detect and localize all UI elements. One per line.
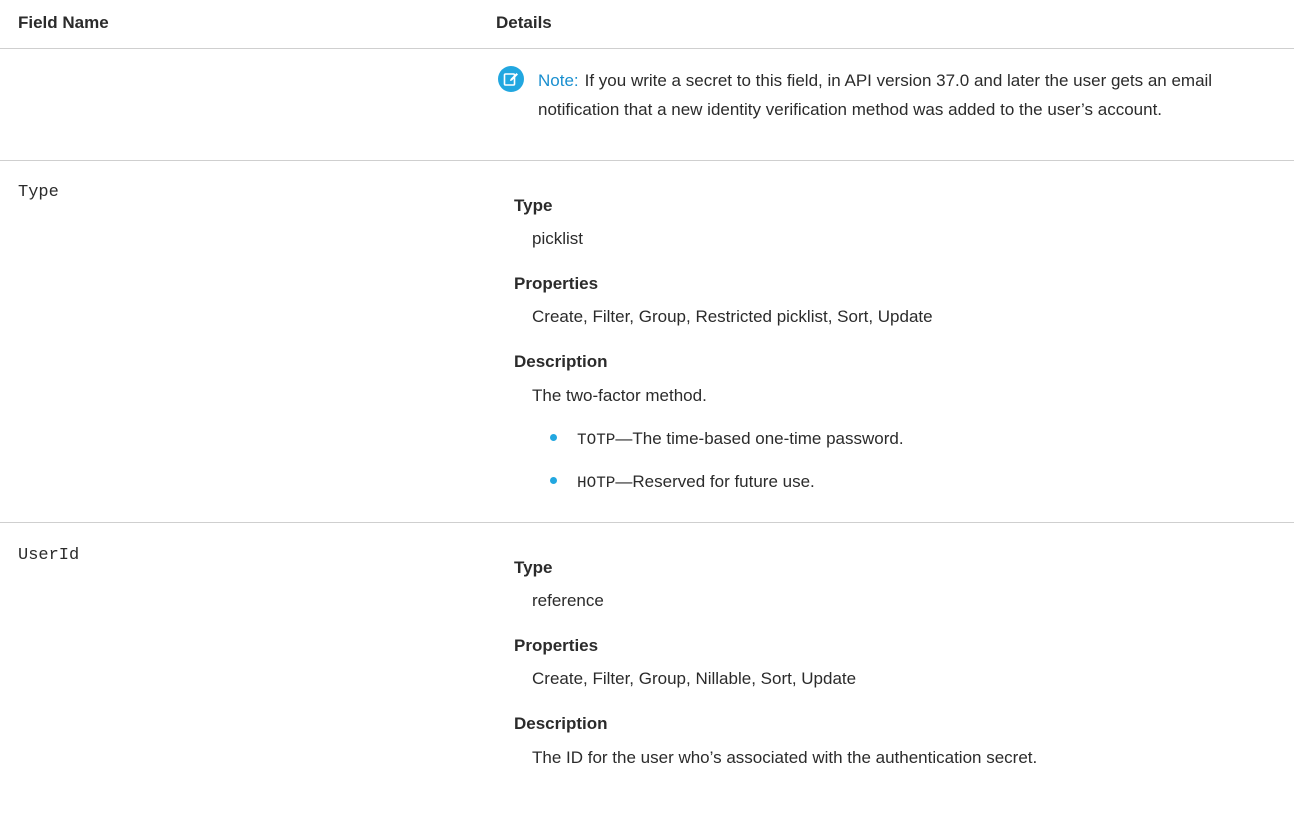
properties-value: Create, Filter, Group, Restricted pickli…: [532, 307, 933, 326]
enum-code: HOTP: [577, 474, 616, 492]
description-value: The ID for the user who’s associated wit…: [532, 748, 1038, 767]
type-label: Type: [514, 558, 553, 577]
table-header-row: Field Name Details: [0, 0, 1294, 49]
enum-description: —The time-based one-time password.: [615, 429, 904, 448]
type-value: picklist: [532, 229, 584, 248]
description-label: Description: [514, 352, 608, 371]
note-text-block: Note: If you write a secret to this field…: [538, 66, 1278, 124]
description-label: Description: [514, 714, 608, 733]
type-label: Type: [514, 196, 553, 215]
properties-label: Properties: [514, 274, 599, 293]
list-item: TOTP—The time-based one-time password.: [550, 429, 1250, 449]
type-value: reference: [532, 591, 604, 610]
column-header-field-name: Field Name: [18, 13, 109, 32]
row-divider: [0, 522, 1294, 523]
field-name-userid: UserId: [18, 546, 80, 565]
field-reference-table: Field Name Details Note: If you write a s…: [0, 0, 1294, 826]
field-name-type: Type: [18, 183, 59, 202]
list-item: HOTP—Reserved for future use.: [550, 472, 1250, 492]
note-body: If you write a secret to this field, in …: [538, 71, 1213, 119]
description-value: The two-factor method.: [532, 386, 707, 405]
properties-label: Properties: [514, 636, 599, 655]
enum-description: —Reserved for future use.: [615, 472, 815, 491]
bullet-dot-icon: [550, 434, 557, 442]
note-label: Note:: [538, 71, 579, 90]
bullet-dot-icon: [550, 477, 557, 485]
properties-value: Create, Filter, Group, Nillable, Sort, U…: [532, 669, 857, 688]
row-divider: [0, 160, 1294, 161]
enum-code: TOTP: [577, 431, 616, 449]
column-header-details: Details: [496, 13, 552, 32]
edit-note-icon: [498, 66, 524, 92]
